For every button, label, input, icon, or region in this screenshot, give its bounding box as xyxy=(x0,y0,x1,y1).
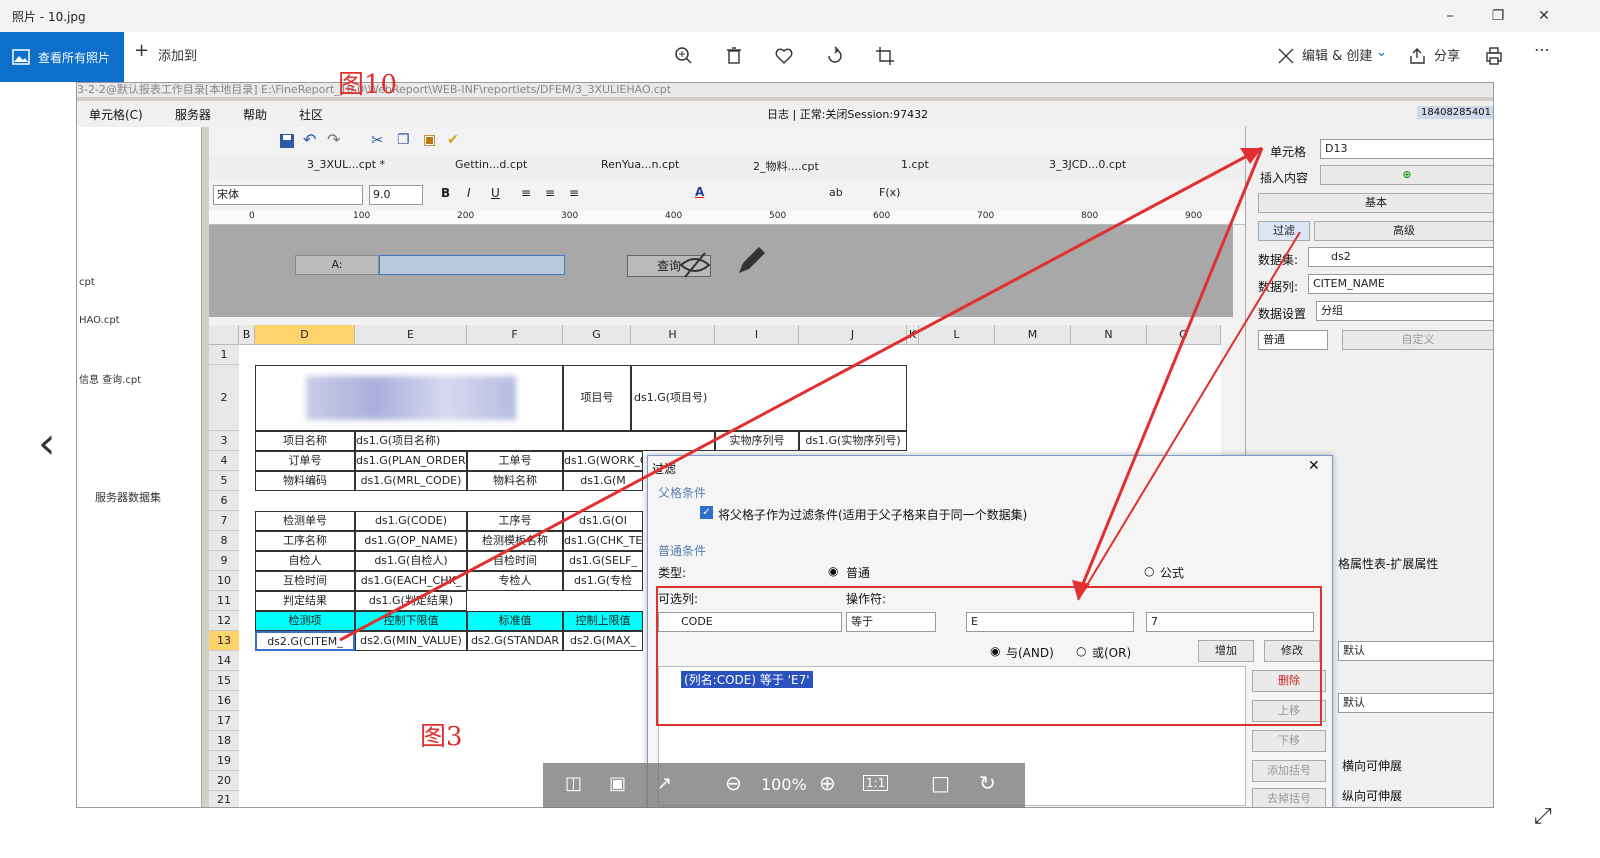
previous-photo-icon[interactable]: ‹ xyxy=(38,418,56,469)
zoom-in-icon[interactable]: ⊕ xyxy=(819,771,836,795)
annotation-fig10: 图10 xyxy=(338,70,398,100)
expand-icon[interactable]: ⤢ xyxy=(1534,804,1552,829)
zoom-level: 100% xyxy=(761,775,807,794)
annotation-arrows xyxy=(339,146,1301,642)
share-icon[interactable]: ↗ xyxy=(657,773,672,794)
fit-icon[interactable]: □ xyxy=(931,771,950,795)
rotate-icon[interactable]: ↻ xyxy=(979,771,996,795)
actual-size-icon[interactable]: 1:1 xyxy=(863,775,889,791)
annotation-fig3: 图3 xyxy=(420,722,463,752)
export-icon[interactable]: ▣ xyxy=(609,773,626,794)
viewer-controls: ◫ ▣ ↗ ⊖ 100% ⊕ 1:1 □ ↻ xyxy=(543,763,1025,808)
save-icon[interactable]: ◫ xyxy=(565,773,582,794)
zoom-out-icon[interactable]: ⊖ xyxy=(725,771,742,795)
